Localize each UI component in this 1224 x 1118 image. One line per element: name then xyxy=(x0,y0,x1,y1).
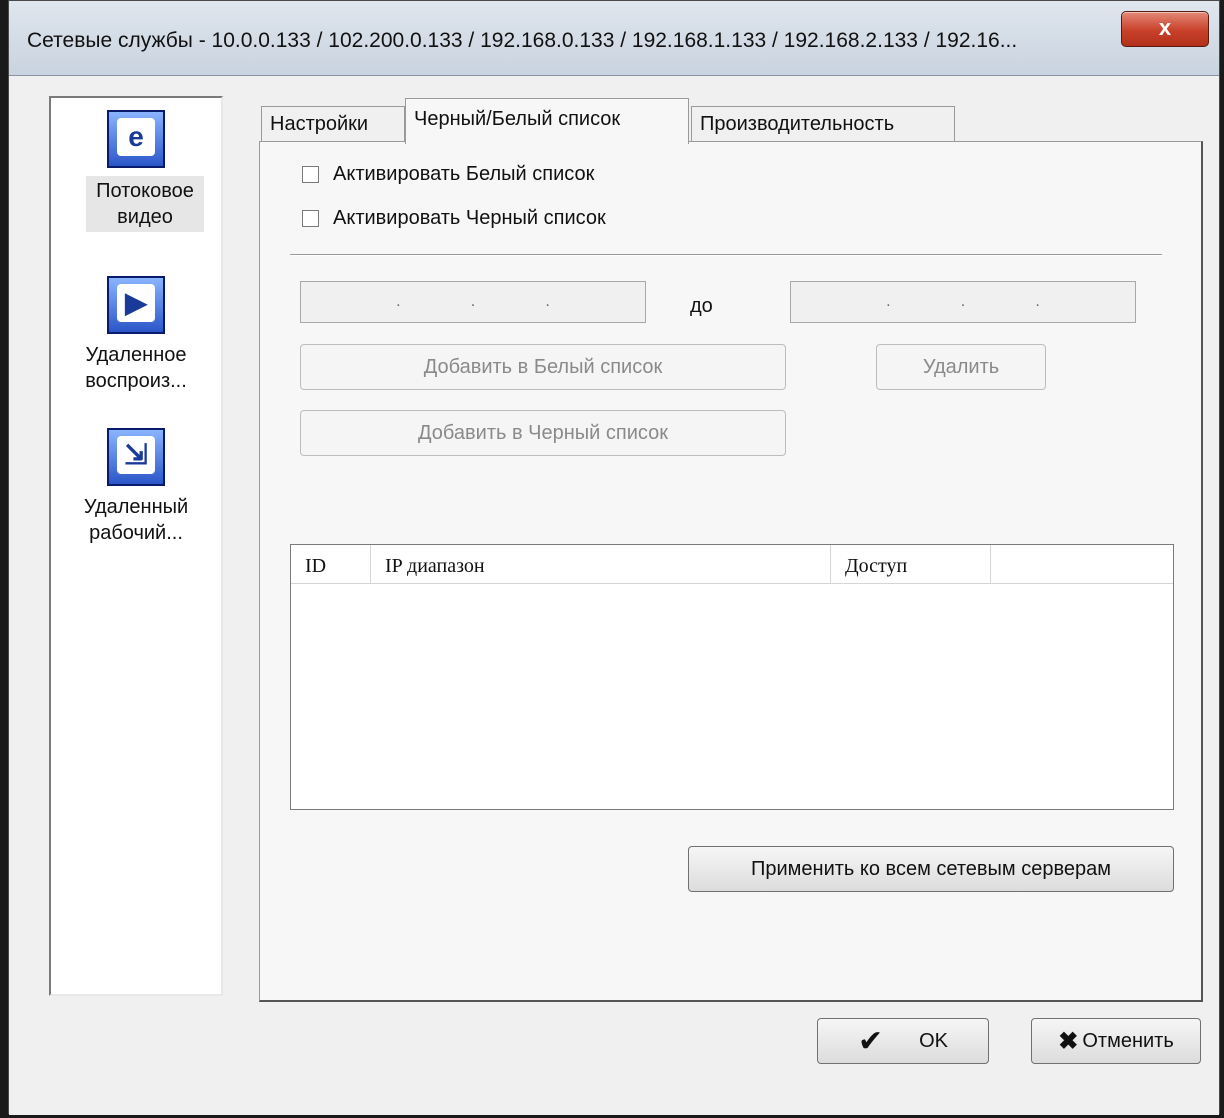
cancel-button[interactable]: ✖ Отменить xyxy=(1031,1018,1201,1064)
sidebar-item-label: Потоковое видео xyxy=(86,176,204,232)
sidebar-item-label: Удаленное воспроиз... xyxy=(85,344,187,392)
close-icon: x xyxy=(1158,15,1172,40)
whitelist-checkbox[interactable] xyxy=(302,165,319,183)
cancel-label: Отменить xyxy=(1082,1029,1174,1052)
whitelist-checkbox-label: Активировать Белый список xyxy=(333,162,595,185)
window-title: Сетевые службы - 10.0.0.133 / 102.200.0.… xyxy=(27,29,1018,52)
column-header-access[interactable]: Доступ xyxy=(831,545,991,583)
dialog-body: e Потоковое видео ▶ Удаленное воспроиз..… xyxy=(9,76,1219,1115)
separator xyxy=(290,254,1162,256)
blacklist-checkbox-label: Активировать Черный список xyxy=(333,206,606,229)
close-button[interactable]: x xyxy=(1121,11,1209,47)
list-header: ID IP диапазон Доступ xyxy=(291,545,1173,584)
add-blacklist-button[interactable]: Добавить в Черный список xyxy=(300,410,786,456)
tab-settings[interactable]: Настройки xyxy=(261,106,405,142)
tab-performance[interactable]: Производительность xyxy=(691,106,955,142)
delete-button[interactable]: Удалить xyxy=(876,344,1046,390)
x-icon: ✖ xyxy=(1058,1027,1079,1055)
ip-list[interactable]: ID IP диапазон Доступ xyxy=(290,544,1174,810)
service-sidebar: e Потоковое видео ▶ Удаленное воспроиз..… xyxy=(49,96,223,996)
tab-black-white-list[interactable]: Черный/Белый список xyxy=(405,98,689,144)
sidebar-item-remote-playback[interactable]: ▶ Удаленное воспроиз... xyxy=(51,276,221,394)
add-whitelist-button[interactable]: Добавить в Белый список xyxy=(300,344,786,390)
ip-from-field[interactable]: ... xyxy=(300,281,646,323)
remote-playback-icon: ▶ xyxy=(107,276,165,334)
sidebar-item-label: Удаленный рабочий... xyxy=(83,496,189,544)
whitelist-checkbox-row[interactable]: Активировать Белый список xyxy=(302,159,594,189)
column-header-ip-range[interactable]: IP диапазон xyxy=(371,545,831,583)
blacklist-checkbox[interactable] xyxy=(302,209,319,227)
column-header-id[interactable]: ID xyxy=(291,545,371,583)
check-icon: ✔ xyxy=(857,1024,884,1058)
network-services-window: Сетевые службы - 10.0.0.133 / 102.200.0.… xyxy=(8,0,1220,1115)
ok-label: OK xyxy=(919,1029,949,1052)
blacklist-checkbox-row[interactable]: Активировать Черный список xyxy=(302,203,606,233)
to-label: до xyxy=(690,295,713,317)
sidebar-item-streaming-video[interactable]: e Потоковое видео xyxy=(51,110,221,232)
tab-panel: Активировать Белый список Активировать Ч… xyxy=(259,141,1203,1002)
sidebar-item-remote-desktop[interactable]: ⇲ Удаленный рабочий... xyxy=(51,428,221,546)
streaming-video-icon: e xyxy=(107,110,165,168)
ip-to-field[interactable]: ... xyxy=(790,281,1136,323)
remote-desktop-icon: ⇲ xyxy=(107,428,165,486)
apply-all-servers-button[interactable]: Применить ко всем сетевым серверам xyxy=(688,846,1174,892)
ok-button[interactable]: ✔ OK xyxy=(817,1018,989,1064)
title-bar[interactable]: Сетевые службы - 10.0.0.133 / 102.200.0.… xyxy=(9,1,1219,76)
